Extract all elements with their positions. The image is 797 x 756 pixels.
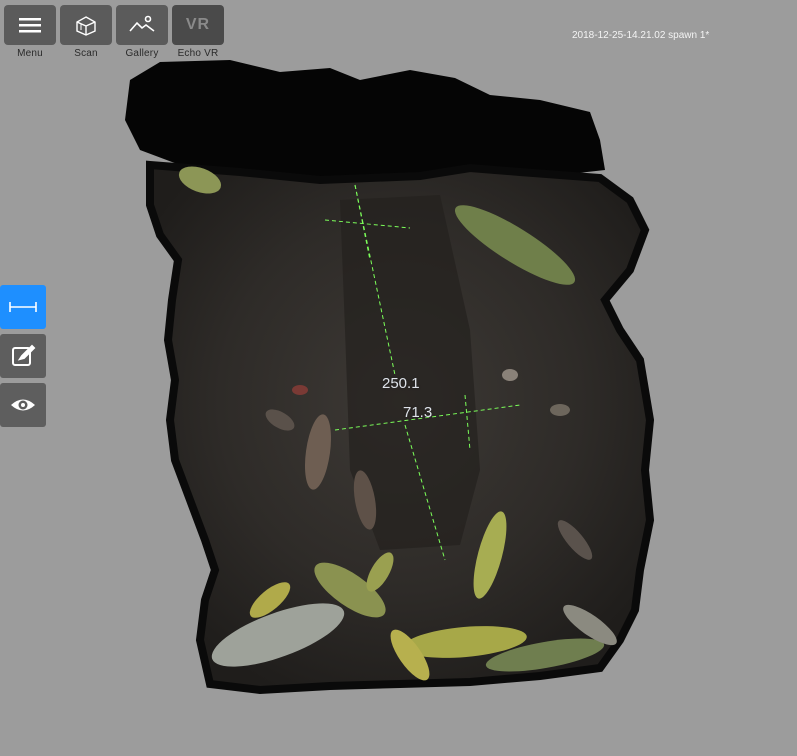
echo-vr-button[interactable]: VR — [172, 5, 224, 45]
echo-vr-toolbar-item[interactable]: VR Echo VR — [172, 5, 225, 63]
hamburger-menu-icon — [19, 18, 41, 33]
ruler-measure-icon — [9, 302, 37, 312]
menu-label: Menu — [17, 48, 43, 59]
echo-vr-label: Echo VR — [177, 48, 219, 59]
scan-label: Scan — [74, 48, 98, 59]
menu-toolbar-item[interactable]: Menu — [4, 5, 57, 63]
vr-icon: VR — [185, 16, 211, 33]
gallery-toolbar-item[interactable]: Gallery — [116, 5, 169, 63]
scan-timestamp: 2018-12-25-14.21.02 spawn 1* — [572, 30, 710, 41]
top-toolbar: Menu Scan Gallery VR Echo VR — [4, 5, 225, 63]
menu-button[interactable] — [4, 5, 56, 45]
gallery-button[interactable] — [116, 5, 168, 45]
width-measurement-label: 71.3 — [403, 404, 433, 421]
measure-tool-button[interactable] — [0, 285, 46, 329]
scan-button[interactable] — [60, 5, 112, 45]
scan-toolbar-item[interactable]: Scan — [60, 5, 113, 63]
annotate-tool-button[interactable] — [0, 334, 46, 378]
gallery-label: Gallery — [125, 48, 159, 59]
cube-scan-icon — [76, 16, 96, 36]
length-measurement-label: 250.1 — [382, 375, 420, 392]
eye-visibility-icon — [11, 399, 35, 411]
gallery-landscape-icon — [129, 15, 155, 32]
tool-sidebar — [0, 285, 46, 427]
unscanned-void-region — [125, 60, 605, 178]
edit-note-icon — [12, 344, 36, 366]
visibility-tool-button[interactable] — [0, 383, 46, 427]
